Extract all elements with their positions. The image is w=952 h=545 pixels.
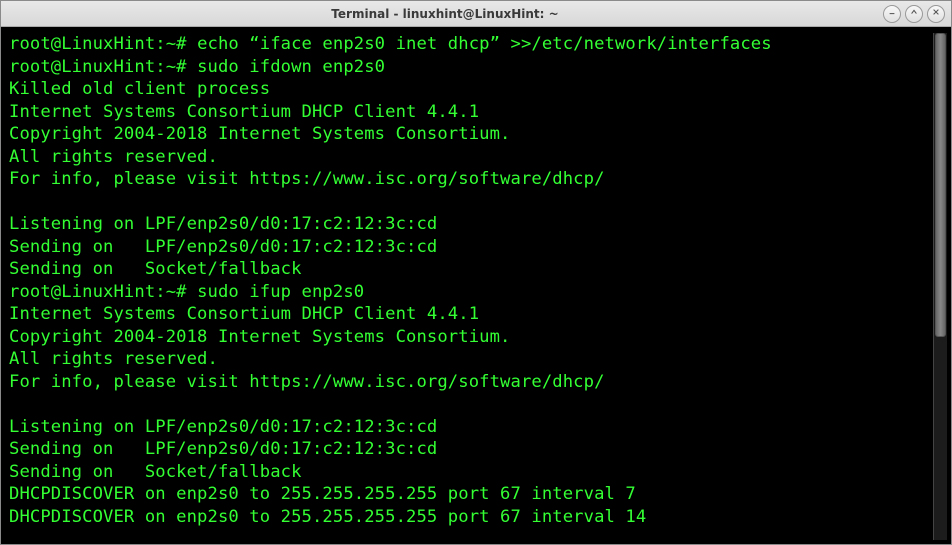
command-text: sudo ifdown enp2s0 bbox=[197, 57, 385, 77]
output-line: Copyright 2004-2018 Internet Systems Con… bbox=[9, 124, 511, 144]
output-line: DHCPDISCOVER on enp2s0 to 255.255.255.25… bbox=[9, 507, 646, 527]
output-line: Listening on LPF/enp2s0/d0:17:c2:12:3c:c… bbox=[9, 417, 437, 437]
maximize-button[interactable] bbox=[905, 5, 923, 23]
scrollbar-thumb[interactable] bbox=[935, 33, 946, 337]
prompt: root@LinuxHint:~# bbox=[9, 282, 197, 302]
scrollbar-track[interactable] bbox=[934, 33, 947, 540]
prompt: root@LinuxHint:~# bbox=[9, 57, 197, 77]
terminal-body[interactable]: root@LinuxHint:~# echo “iface enp2s0 ine… bbox=[1, 27, 951, 544]
output-line: All rights reserved. bbox=[9, 147, 218, 167]
output-line: Killed old client process bbox=[9, 79, 270, 99]
output-line: Sending on Socket/fallback bbox=[9, 259, 302, 279]
output-line: Copyright 2004-2018 Internet Systems Con… bbox=[9, 327, 511, 347]
prompt: root@LinuxHint:~# bbox=[9, 34, 197, 54]
command-text: sudo ifup enp2s0 bbox=[197, 282, 364, 302]
command-text: echo “iface enp2s0 inet dhcp” >>/etc/net… bbox=[197, 34, 772, 54]
output-line: Internet Systems Consortium DHCP Client … bbox=[9, 102, 479, 122]
terminal-window: Terminal - linuxhint@LinuxHint: ~ root@L… bbox=[0, 0, 952, 545]
output-line: Sending on LPF/enp2s0/d0:17:c2:12:3c:cd bbox=[9, 237, 437, 257]
minimize-icon bbox=[888, 8, 896, 19]
window-title: Terminal - linuxhint@LinuxHint: ~ bbox=[7, 7, 883, 21]
output-line: Listening on LPF/enp2s0/d0:17:c2:12:3c:c… bbox=[9, 214, 437, 234]
output-line: DHCPDISCOVER on enp2s0 to 255.255.255.25… bbox=[9, 484, 636, 504]
minimize-button[interactable] bbox=[883, 5, 901, 23]
output-line: Sending on Socket/fallback bbox=[9, 462, 302, 482]
output-line: Sending on LPF/enp2s0/d0:17:c2:12:3c:cd bbox=[9, 439, 437, 459]
output-line: For info, please visit https://www.isc.o… bbox=[9, 169, 605, 189]
close-icon bbox=[932, 8, 940, 19]
output-line: For info, please visit https://www.isc.o… bbox=[9, 372, 605, 392]
window-controls bbox=[883, 5, 945, 23]
output-line: Internet Systems Consortium DHCP Client … bbox=[9, 304, 479, 324]
maximize-icon bbox=[910, 8, 918, 19]
scrollbar[interactable] bbox=[933, 33, 947, 540]
terminal-output[interactable]: root@LinuxHint:~# echo “iface enp2s0 ine… bbox=[9, 33, 930, 540]
close-button[interactable] bbox=[927, 5, 945, 23]
output-line: All rights reserved. bbox=[9, 349, 218, 369]
titlebar[interactable]: Terminal - linuxhint@LinuxHint: ~ bbox=[1, 1, 951, 27]
